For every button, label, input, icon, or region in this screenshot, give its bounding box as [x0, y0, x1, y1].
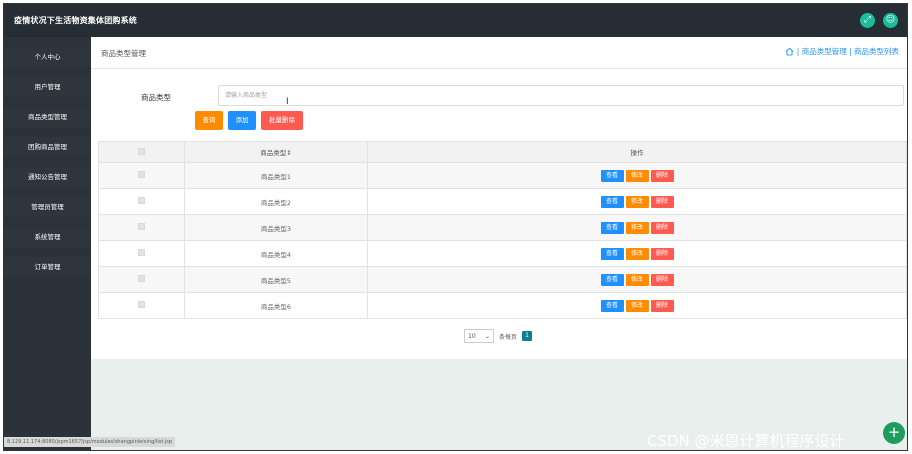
view-button[interactable]: 查看: [600, 221, 624, 234]
column-header-actions: 操作: [367, 141, 907, 163]
column-header-type[interactable]: 商品类型⇕: [184, 141, 368, 163]
edit-button[interactable]: 修改: [625, 247, 649, 260]
table-row: 商品类型1 查看 修改 删除: [98, 162, 907, 189]
app-window: 疫情状况下生活物资集体团购系统 ⤢ ☺ 个人中心 用户管理 商品类型管理 团购商…: [3, 3, 908, 451]
row-select-cell[interactable]: [98, 162, 185, 189]
page-title: 商品类型管理: [101, 49, 146, 58]
delete-button[interactable]: 删除: [650, 169, 674, 182]
actions-cell: 查看 修改 删除: [367, 292, 907, 319]
watermark-text: CSDN @米恩计算机程序设计: [647, 432, 845, 450]
row-select-cell[interactable]: [98, 240, 185, 267]
row-checkbox[interactable]: [138, 301, 145, 308]
sidebar: 个人中心 用户管理 商品类型管理 团购商品管理 通知公告管理 管理员管理 系统管…: [4, 37, 91, 450]
sidebar-item-personal-center[interactable]: 个人中心: [4, 47, 91, 67]
actions-cell: 查看 修改 删除: [367, 214, 907, 241]
row-checkbox[interactable]: [138, 197, 145, 204]
page-size-value: 10: [468, 332, 476, 340]
status-url: 8.129.11.174:8080/jspm1657/jsp/modules/s…: [4, 437, 176, 447]
search-label: 商品类型: [141, 93, 171, 102]
table-row: 商品类型6 查看 修改 删除: [98, 292, 907, 319]
delete-button[interactable]: 删除: [650, 247, 674, 260]
search-input[interactable]: [218, 85, 904, 106]
floating-add-button[interactable]: +: [883, 422, 905, 444]
sidebar-item-system[interactable]: 系统管理: [4, 227, 91, 247]
main-area: 商品类型管理 | 商品类型管理 | 商品类型列表 商品类型 I 查询 添加 批量…: [91, 37, 907, 450]
sidebar-item-label: 通知公告管理: [28, 173, 67, 181]
page-number-current[interactable]: 1: [522, 331, 533, 341]
home-icon[interactable]: [785, 47, 794, 56]
view-button[interactable]: 查看: [600, 195, 624, 208]
type-cell: 商品类型6: [184, 292, 368, 319]
edit-button[interactable]: 修改: [625, 273, 649, 286]
actions-cell: 查看 修改 删除: [367, 240, 907, 267]
view-button[interactable]: 查看: [600, 299, 624, 312]
type-cell: 商品类型1: [184, 162, 368, 189]
table-row: 商品类型5 查看 修改 删除: [98, 266, 907, 293]
sidebar-item-label: 系统管理: [34, 233, 61, 241]
sidebar-item-admins[interactable]: 管理员管理: [4, 197, 91, 217]
view-button[interactable]: 查看: [600, 273, 624, 286]
row-checkbox[interactable]: [138, 275, 145, 282]
sidebar-item-notices[interactable]: 通知公告管理: [4, 167, 91, 187]
row-select-cell[interactable]: [98, 266, 185, 293]
row-select-cell[interactable]: [98, 188, 185, 215]
table-header-row: 商品类型⇕ 操作: [98, 141, 907, 163]
delete-button[interactable]: 删除: [650, 273, 674, 286]
type-cell: 商品类型4: [184, 240, 368, 267]
delete-button[interactable]: 删除: [650, 221, 674, 234]
row-checkbox[interactable]: [138, 171, 145, 178]
edit-button[interactable]: 修改: [625, 169, 649, 182]
edit-button[interactable]: 修改: [625, 221, 649, 234]
type-cell: 商品类型5: [184, 266, 368, 293]
table-row: 商品类型3 查看 修改 删除: [98, 214, 907, 241]
user-icon[interactable]: ☺: [883, 13, 898, 28]
chevron-down-icon: ⌄: [484, 332, 490, 340]
select-all-header[interactable]: [98, 141, 185, 163]
table-row: 商品类型2 查看 修改 删除: [98, 188, 907, 215]
view-button[interactable]: 查看: [600, 169, 624, 182]
text-cursor-icon: I: [286, 97, 289, 107]
edit-button[interactable]: 修改: [625, 299, 649, 312]
delete-button[interactable]: 删除: [650, 195, 674, 208]
type-cell: 商品类型2: [184, 188, 368, 215]
sidebar-item-users[interactable]: 用户管理: [4, 77, 91, 97]
sidebar-item-product-types[interactable]: 商品类型管理: [4, 107, 91, 127]
sidebar-item-label: 团购商品管理: [28, 143, 67, 151]
table-row: 商品类型4 查看 修改 删除: [98, 240, 907, 267]
sidebar-item-label: 管理员管理: [31, 203, 64, 211]
breadcrumb-trail[interactable]: | 商品类型管理 | 商品类型列表: [797, 46, 899, 57]
expand-icon[interactable]: ⤢: [860, 13, 875, 28]
sidebar-item-label: 个人中心: [34, 53, 61, 61]
product-type-table: 商品类型⇕ 操作 商品类型1 查看 修改 删除 商品类型2 查看 修改 删除 商品类型3 查看 修改…: [98, 141, 907, 319]
type-cell: 商品类型3: [184, 214, 368, 241]
pagination: 10 ⌄ 条每页 1: [464, 329, 533, 343]
content-panel: 商品类型管理 | 商品类型管理 | 商品类型列表 商品类型 I 查询 添加 批量…: [91, 37, 907, 359]
sidebar-item-label: 商品类型管理: [28, 113, 67, 121]
sidebar-item-group-products[interactable]: 团购商品管理: [4, 137, 91, 157]
divider: [91, 68, 907, 69]
select-all-checkbox[interactable]: [138, 147, 145, 155]
actions-cell: 查看 修改 删除: [367, 162, 907, 189]
page-size-select[interactable]: 10 ⌄: [464, 329, 494, 343]
per-page-label: 条每页: [499, 333, 518, 341]
app-title: 疫情状况下生活物资集体团购系统: [14, 16, 137, 25]
row-select-cell[interactable]: [98, 214, 185, 241]
row-checkbox[interactable]: [138, 223, 145, 230]
view-button[interactable]: 查看: [600, 247, 624, 260]
sidebar-item-label: 用户管理: [34, 83, 61, 91]
top-bar: 疫情状况下生活物资集体团购系统 ⤢ ☺: [4, 4, 907, 37]
sidebar-item-orders[interactable]: 订单管理: [4, 257, 91, 277]
actions-cell: 查看 修改 删除: [367, 266, 907, 293]
row-select-cell[interactable]: [98, 292, 185, 319]
add-button[interactable]: 添加: [228, 111, 256, 130]
query-button[interactable]: 查询: [195, 111, 223, 130]
batch-delete-button[interactable]: 批量删除: [261, 111, 303, 130]
breadcrumb: | 商品类型管理 | 商品类型列表: [785, 46, 899, 57]
row-checkbox[interactable]: [138, 249, 145, 256]
delete-button[interactable]: 删除: [650, 299, 674, 312]
sidebar-item-label: 订单管理: [34, 263, 61, 271]
actions-cell: 查看 修改 删除: [367, 188, 907, 215]
edit-button[interactable]: 修改: [625, 195, 649, 208]
